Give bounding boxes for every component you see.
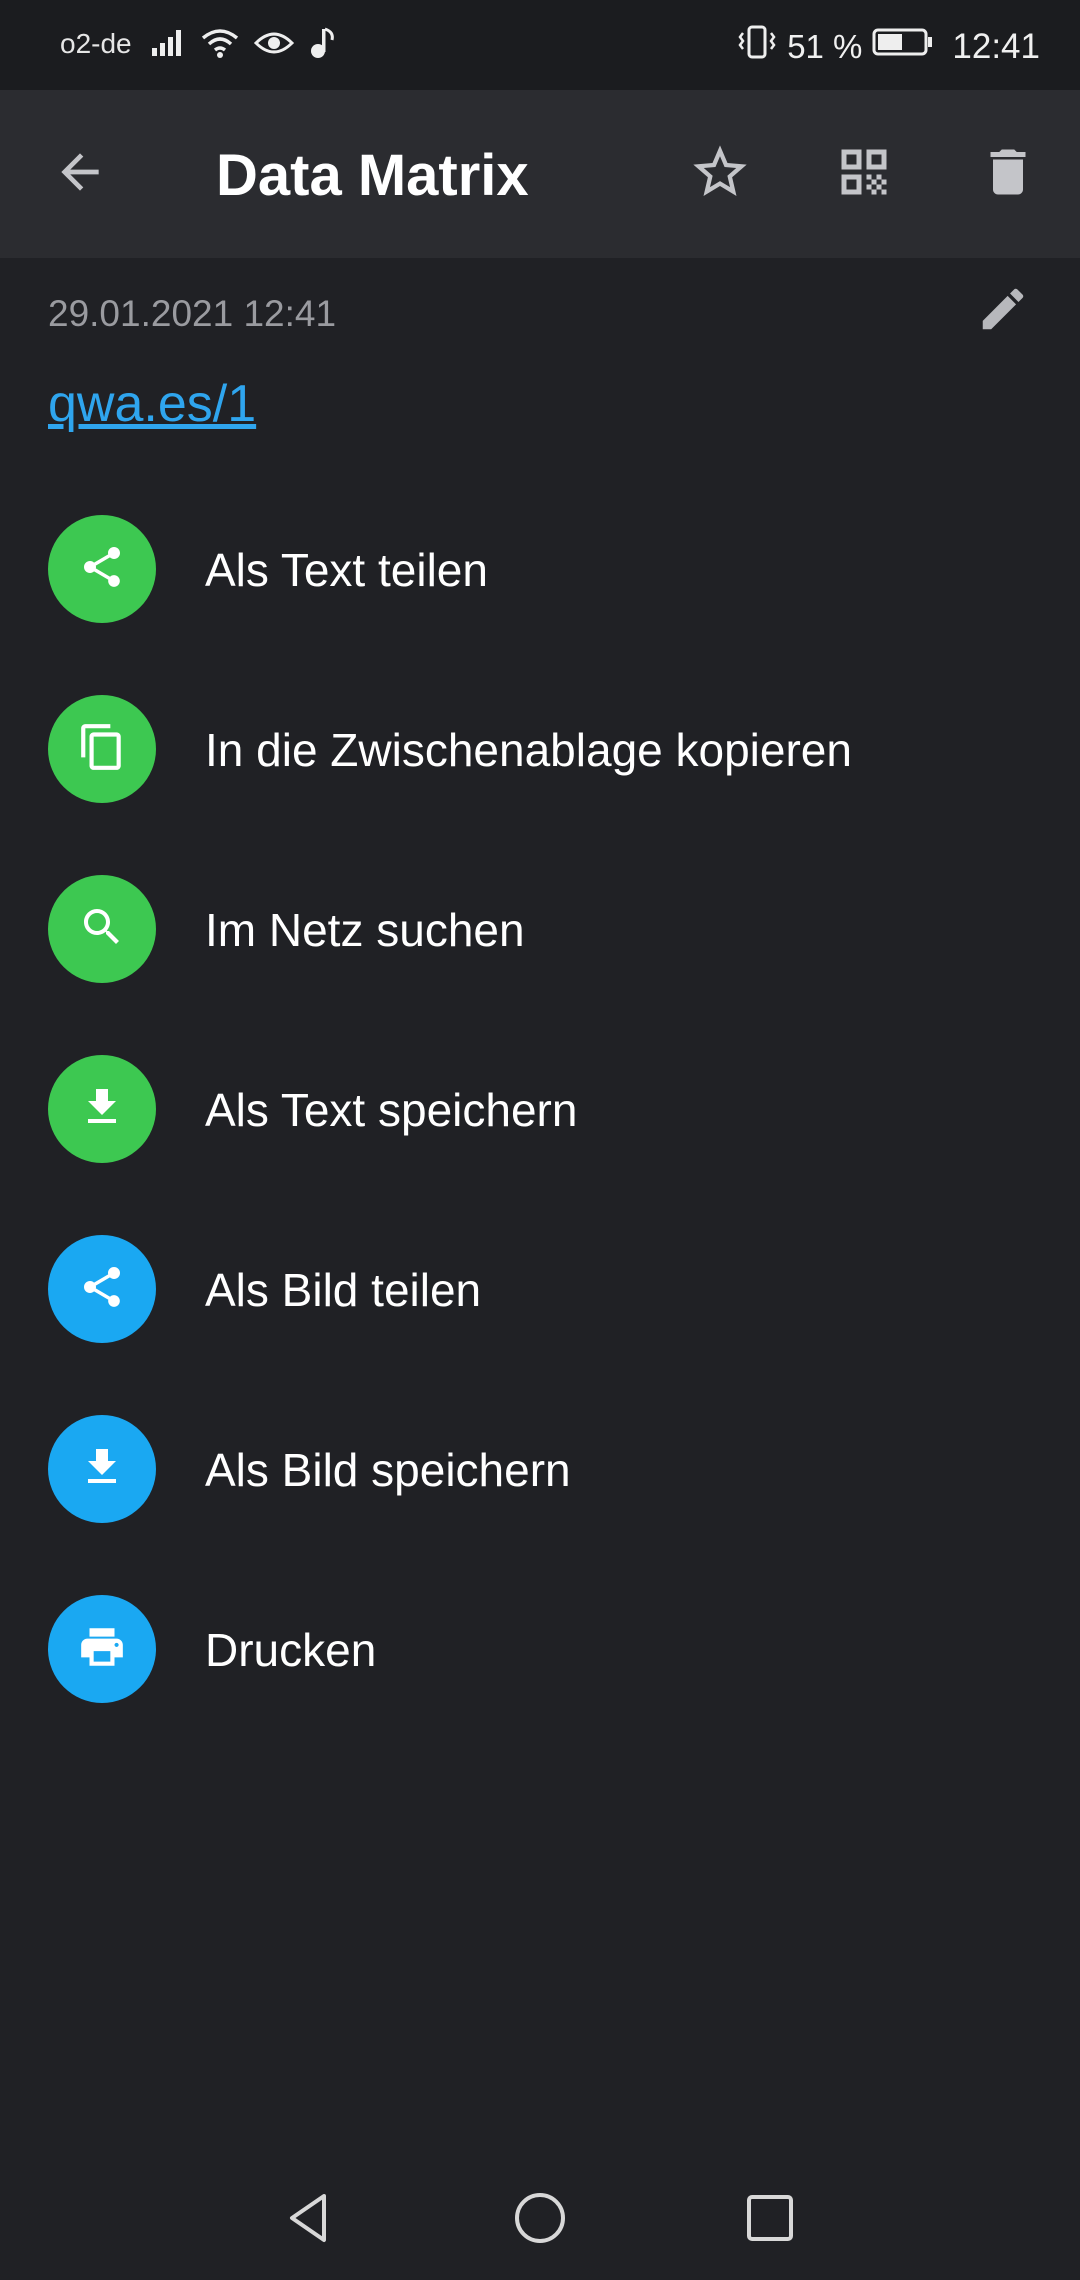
eye-icon xyxy=(253,27,295,64)
share-icon xyxy=(78,543,126,596)
carrier-label: o2-de xyxy=(60,28,132,59)
action-print[interactable]: Drucken xyxy=(0,1595,1080,1775)
action-icon-circle xyxy=(48,1235,156,1343)
action-share-text[interactable]: Als Text teilen xyxy=(0,515,1080,695)
action-save-image[interactable]: Als Bild speichern xyxy=(0,1415,1080,1595)
nav-home-button[interactable] xyxy=(500,2180,580,2260)
status-icons-left xyxy=(150,26,338,65)
timestamp: 29.01.2021 12:41 xyxy=(48,293,337,334)
download-icon xyxy=(78,1083,126,1136)
status-bar: o2-de 51 % 12:41 xyxy=(0,0,1080,90)
battery-percent: 51 % xyxy=(787,27,863,65)
edit-button[interactable] xyxy=(968,276,1038,346)
print-icon xyxy=(77,1622,127,1677)
favorite-button[interactable] xyxy=(680,134,760,214)
app-bar: Data Matrix xyxy=(0,90,1080,258)
share-icon xyxy=(78,1263,126,1316)
system-nav-bar xyxy=(0,2150,1080,2280)
back-button[interactable] xyxy=(40,134,120,214)
download-icon xyxy=(78,1443,126,1496)
action-icon-circle xyxy=(48,1415,156,1523)
action-share-image[interactable]: Als Bild teilen xyxy=(0,1235,1080,1415)
show-code-button[interactable] xyxy=(824,134,904,214)
star-icon xyxy=(688,140,752,209)
status-right: 51 % 12:41 xyxy=(737,24,1040,69)
action-icon-circle xyxy=(48,1595,156,1703)
action-label: Drucken xyxy=(205,1624,377,1676)
qr-code-icon xyxy=(834,142,894,207)
vibrate-icon xyxy=(737,24,777,69)
search-icon xyxy=(78,903,126,956)
nav-recents-icon xyxy=(740,2188,800,2253)
nav-home-icon xyxy=(510,2188,570,2253)
action-icon-circle xyxy=(48,515,156,623)
action-web-search[interactable]: Im Netz suchen xyxy=(0,875,1080,1055)
action-icon-circle xyxy=(48,1055,156,1163)
action-copy-clipboard[interactable]: In die Zwischenablage kopieren xyxy=(0,695,1080,875)
page-title: Data Matrix xyxy=(216,143,529,208)
copy-icon xyxy=(77,722,127,777)
nav-back-icon xyxy=(280,2188,340,2253)
delete-icon xyxy=(978,142,1038,207)
signal-icon xyxy=(150,28,186,63)
actions-list: Als Text teilen In die Zwischenablage ko… xyxy=(0,515,1080,1775)
clock: 12:41 xyxy=(952,26,1040,66)
delete-button[interactable] xyxy=(968,134,1048,214)
action-label: In die Zwischenablage kopieren xyxy=(205,724,852,776)
wifi-icon xyxy=(200,27,240,64)
music-note-icon xyxy=(308,26,338,65)
nav-back-button[interactable] xyxy=(270,2180,350,2260)
pencil-icon xyxy=(976,282,1030,341)
action-label: Als Text speichern xyxy=(205,1084,578,1136)
action-icon-circle xyxy=(48,695,156,803)
battery-icon xyxy=(872,27,934,66)
action-icon-circle xyxy=(48,875,156,983)
back-arrow-icon xyxy=(52,144,108,205)
action-label: Als Text teilen xyxy=(205,544,488,596)
action-label: Als Bild speichern xyxy=(205,1444,571,1496)
action-save-text[interactable]: Als Text speichern xyxy=(0,1055,1080,1235)
action-label: Im Netz suchen xyxy=(205,904,525,956)
content-link[interactable]: qwa.es/1 xyxy=(48,374,256,434)
action-label: Als Bild teilen xyxy=(205,1264,482,1316)
nav-recents-button[interactable] xyxy=(730,2180,810,2260)
